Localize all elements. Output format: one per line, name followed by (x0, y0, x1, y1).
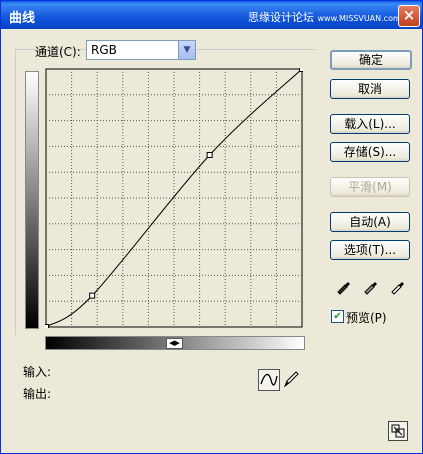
auto-button[interactable]: 自动(A) (330, 212, 410, 232)
output-label: 输出: (23, 387, 52, 401)
channel-select[interactable]: RGB ▼ (86, 40, 196, 60)
curve-control-point[interactable] (89, 292, 96, 299)
white-eyedropper-icon[interactable] (389, 277, 407, 295)
channel-select-value: RGB (91, 43, 117, 57)
curve-control-point[interactable] (45, 324, 49, 329)
preview-label: 预览(P) (346, 311, 387, 325)
preview-checkbox[interactable]: ✔ (331, 310, 344, 323)
black-eyedropper-icon[interactable] (335, 277, 353, 295)
chevron-down-icon[interactable]: ▼ (178, 41, 195, 59)
curve-control-point[interactable] (206, 152, 213, 158)
load-button[interactable]: 载入(L)... (330, 114, 410, 134)
curve-control-point[interactable] (299, 68, 304, 72)
window-title: 曲线 (9, 11, 36, 26)
curves-dialog: 曲线 思缘设计论坛 www.MISSVUAN.com × 通道(C): RGB … (0, 0, 423, 454)
options-button[interactable]: 选项(T)... (330, 240, 410, 260)
watermark-url: www.MISSVUAN.com (317, 14, 401, 23)
curve-tool-icon[interactable] (258, 369, 280, 391)
channel-label: 通道(C): (35, 45, 81, 59)
watermark: 思缘设计论坛 www.MISSVUAN.com (248, 9, 401, 25)
expand-view-icon[interactable] (388, 421, 408, 441)
watermark-text: 思缘设计论坛 (248, 11, 314, 24)
gray-eyedropper-icon[interactable] (362, 277, 380, 295)
cancel-button[interactable]: 取消 (330, 79, 410, 99)
save-button[interactable]: 存储(S)... (330, 142, 410, 162)
close-button[interactable]: × (398, 5, 420, 27)
output-gradient-bar (25, 71, 39, 329)
gradient-toggle-icon[interactable]: ◀▶ (166, 338, 183, 349)
curve-graph[interactable] (45, 68, 303, 328)
input-label: 输入: (23, 365, 52, 379)
title-bar[interactable]: 曲线 思缘设计论坛 www.MISSVUAN.com × (1, 1, 422, 29)
ok-button[interactable]: 确定 (330, 50, 412, 70)
pencil-tool-icon[interactable] (281, 369, 301, 389)
smooth-button[interactable]: 平滑(M) (330, 177, 410, 197)
